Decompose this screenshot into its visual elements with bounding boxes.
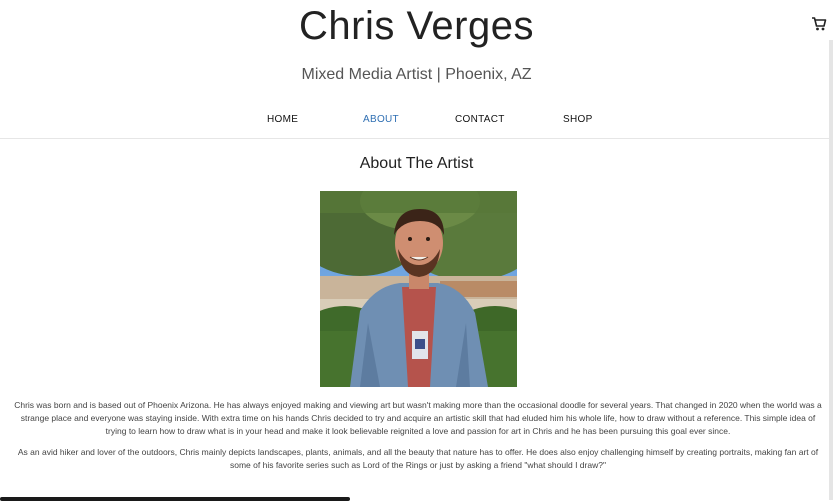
main-nav: HOME ABOUT CONTACT SHOP bbox=[0, 114, 833, 130]
nav-item-about[interactable]: ABOUT bbox=[363, 114, 399, 125]
site-header: Chris Verges Mixed Media Artist | Phoeni… bbox=[0, 0, 833, 139]
nav-item-contact[interactable]: CONTACT bbox=[455, 114, 505, 125]
artist-photo bbox=[320, 191, 517, 387]
page-heading: About The Artist bbox=[359, 155, 474, 172]
horizontal-scrollbar[interactable] bbox=[0, 497, 350, 501]
nav-item-home[interactable]: HOME bbox=[267, 114, 298, 125]
page-scrollbar[interactable] bbox=[829, 40, 833, 500]
shopping-cart-icon[interactable] bbox=[811, 15, 827, 33]
site-subtitle: Mixed Media Artist | Phoenix, AZ bbox=[301, 66, 532, 83]
nav-item-shop[interactable]: SHOP bbox=[563, 114, 593, 125]
site-title[interactable]: Chris Verges bbox=[0, 4, 833, 49]
artist-bio: Chris was born and is based out of Phoen… bbox=[12, 399, 824, 480]
bio-paragraph: Chris was born and is based out of Phoen… bbox=[14, 400, 822, 436]
bio-paragraph: As an avid hiker and lover of the outdoo… bbox=[17, 447, 819, 470]
